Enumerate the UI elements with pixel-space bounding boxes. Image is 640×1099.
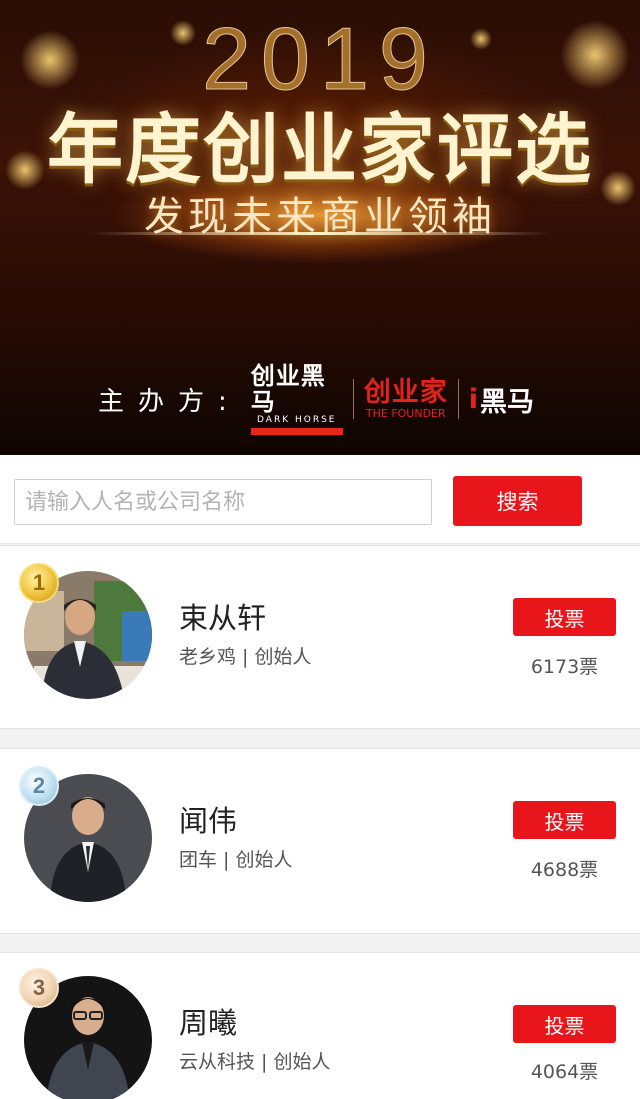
search-button[interactable]: 搜索 xyxy=(453,476,582,526)
candidate-card: 3 周曦 云从科技 | 创始人 投票 4064票 xyxy=(0,952,640,1099)
banner-headline: 年度创业家评选 xyxy=(47,105,593,194)
vote-button[interactable]: 投票 xyxy=(513,801,616,839)
the-founder-logo: 创业家 THE FOUNDER xyxy=(364,378,448,420)
rank-medal-icon: 3 xyxy=(19,968,59,1008)
vote-button[interactable]: 投票 xyxy=(513,598,616,636)
iheima-logo-i: i xyxy=(468,383,479,415)
organizer-divider xyxy=(352,379,354,419)
iheima-logo-text: 黑马 xyxy=(480,386,535,418)
dark-horse-logo: 创业黑马 DARK HORSE xyxy=(250,362,343,435)
the-founder-logo-text: 创业家 xyxy=(363,377,448,408)
candidate-name[interactable]: 束从轩 xyxy=(179,595,266,637)
candidate-name[interactable]: 周曦 xyxy=(179,1000,237,1042)
vote-button[interactable]: 投票 xyxy=(513,1005,616,1043)
search-input[interactable] xyxy=(14,479,432,525)
light-flare-decoration xyxy=(90,232,550,235)
candidate-title: 云从科技 | 创始人 xyxy=(179,1051,331,1073)
rank-medal-icon: 2 xyxy=(19,766,59,806)
vote-count: 6173票 xyxy=(530,656,599,678)
candidate-title: 团车 | 创始人 xyxy=(179,849,293,871)
rank-medal-icon: 1 xyxy=(19,563,59,603)
candidate-card: 1 束从轩 老乡鸡 | 创始人 投票 6173票 xyxy=(0,545,640,729)
organizer-divider xyxy=(457,379,459,419)
organizer-label: 主办方: xyxy=(98,386,241,417)
dark-horse-logo-text: 创业黑马 xyxy=(250,362,326,416)
dark-horse-logo-bar xyxy=(250,428,343,435)
iheima-logo: i 黑马 xyxy=(469,380,534,419)
dark-horse-logo-subtext: DARK HORSE xyxy=(257,415,337,425)
event-banner: 2019 年度创业家评选 发现未来商业领袖 主办方: 创业黑马 DARK HOR… xyxy=(0,0,640,455)
candidate-card: 2 闻伟 团车 | 创始人 投票 4688票 xyxy=(0,748,640,934)
candidate-name[interactable]: 闻伟 xyxy=(179,798,237,840)
vote-count: 4688票 xyxy=(530,859,599,881)
page: 2019 年度创业家评选 发现未来商业领袖 主办方: 创业黑马 DARK HOR… xyxy=(0,0,640,1099)
organizer-row: 主办方: 创业黑马 DARK HORSE 创业家 THE FOUNDER i 黑… xyxy=(98,363,534,435)
the-founder-logo-subtext: THE FOUNDER xyxy=(365,407,446,420)
search-bar: 搜索 xyxy=(0,455,640,544)
candidate-title: 老乡鸡 | 创始人 xyxy=(179,646,312,668)
vote-count: 4064票 xyxy=(530,1061,599,1083)
